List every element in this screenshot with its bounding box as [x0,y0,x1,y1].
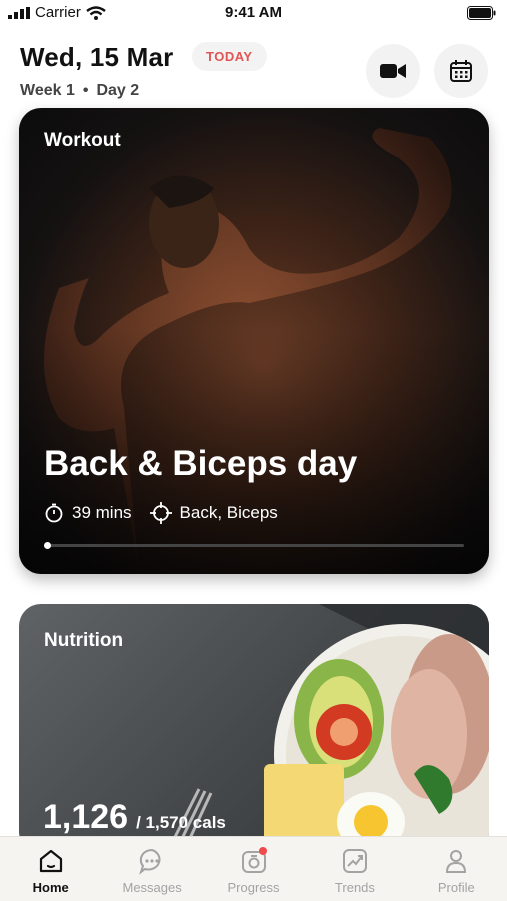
messages-icon [139,848,161,875]
video-call-button[interactable] [366,44,420,98]
workout-meta: 39 mins Back, Biceps [44,502,278,524]
workout-progress-bar [44,542,464,549]
workout-label: Workout [44,130,121,151]
tab-label: Profile [437,880,475,895]
header: Wed, 15 Mar TODAY Week 1 • Day 2 [0,28,507,120]
page-title: Wed, 15 Mar [20,42,174,72]
battery-icon [467,6,497,24]
workout-duration: 39 mins [72,503,132,522]
workout-target: Back, Biceps [179,503,278,522]
tab-profile[interactable]: Profile [406,837,507,901]
home-icon [39,849,62,873]
trend-icon [342,849,367,873]
tab-trends[interactable]: Trends [304,837,405,901]
week-day-subtitle: Week 1 • Day 2 [20,82,139,100]
day-label: Day 2 [96,82,140,99]
tab-progress[interactable]: Progress [203,837,304,901]
tab-bar: Home Messages Progress Trends Profile [0,836,507,901]
tab-label: Messages [122,880,182,895]
tab-home[interactable]: Home [0,837,101,901]
status-time: 9:41 AM [225,4,282,21]
tab-label: Home [32,880,69,895]
calendar-icon [450,60,472,82]
workout-card[interactable]: Workout Back & Biceps day 39 mins Back, … [19,108,489,574]
target-icon [149,502,172,524]
calendar-button[interactable] [434,44,488,98]
week-label: Week 1 [20,82,75,99]
stopwatch-icon [45,503,63,523]
workout-title: Back & Biceps day [44,444,358,483]
separator-dot: • [82,82,89,99]
nutrition-label: Nutrition [44,630,124,651]
tab-label: Trends [334,880,375,895]
calorie-summary: 1,126 / 1,570 cals [43,798,226,837]
status-bar: Carrier 9:41 AM [0,0,507,28]
notification-badge [258,847,267,855]
tab-label: Progress [227,880,280,895]
today-badge[interactable]: TODAY [192,42,267,71]
profile-icon [446,850,467,873]
nutrition-card[interactable]: Nutrition 1,126 / 1,570 cals [19,604,489,854]
progress-indicator [44,542,51,549]
calories-consumed: 1,126 [43,798,129,836]
camera-icon [241,847,267,873]
tab-messages[interactable]: Messages [101,837,202,901]
calories-goal: / 1,570 cals [136,813,226,832]
video-camera-icon [380,64,406,78]
